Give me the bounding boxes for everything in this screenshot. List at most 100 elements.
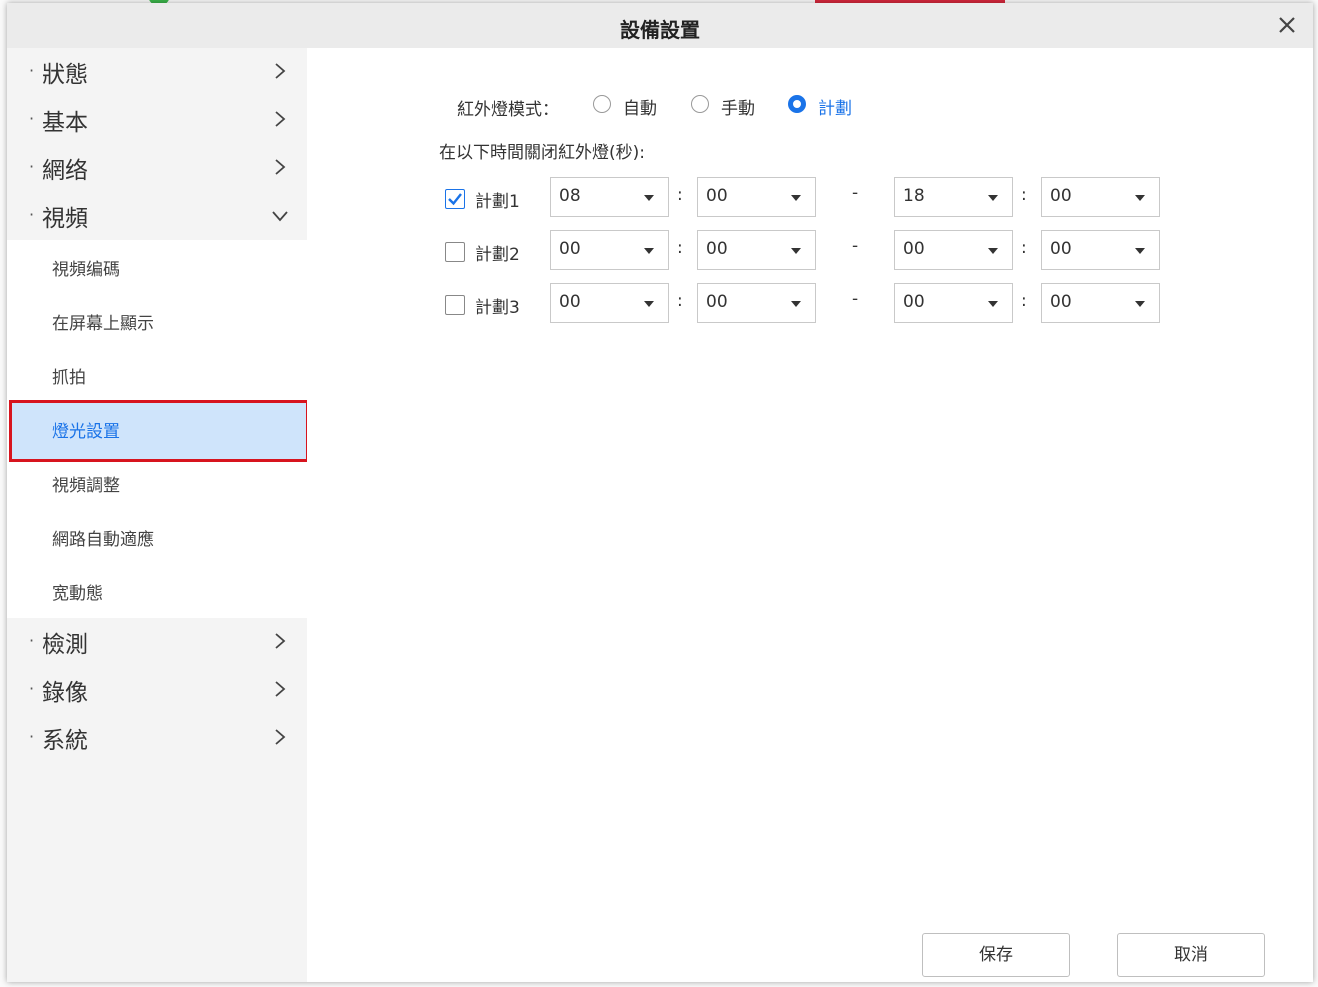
time-range-dash: -	[852, 289, 859, 309]
start-hour-select[interactable]: 00	[550, 230, 669, 270]
submenu-item-osd[interactable]: 在屏幕上顯示	[7, 294, 307, 348]
schedule-3-checkbox[interactable]	[445, 295, 465, 315]
radio-circle	[593, 95, 611, 113]
submenu-item-label: 視頻調整	[52, 476, 120, 496]
submenu-item-network-adaptive[interactable]: 網路自動適應	[7, 510, 307, 564]
light-settings-panel: 紅外燈模式： 自動 手動 計劃 在以下時間關闭紅外燈(秒): 計劃1 08 : …	[307, 48, 1313, 982]
radio-label: 手動	[721, 99, 755, 119]
schedule-row-1: 計劃1 08 : 00 - 18 : 00	[307, 177, 1313, 219]
chevron-right-icon	[275, 633, 286, 649]
submenu-item-label: 網路自動適應	[52, 530, 154, 550]
submenu-item-label: 宽動態	[52, 584, 103, 604]
sidebar-item-basic[interactable]: · 基本	[7, 96, 307, 144]
dropdown-arrow-icon	[791, 301, 801, 307]
sidebar-item-system[interactable]: · 系統	[7, 714, 307, 762]
schedule-row-3: 計劃3 00 : 00 - 00 : 00	[307, 283, 1313, 325]
sidebar-item-detection[interactable]: · 檢測	[7, 618, 307, 666]
dropdown-arrow-icon	[644, 301, 654, 307]
chevron-down-icon	[272, 211, 288, 222]
bullet: ·	[29, 631, 35, 650]
cancel-button[interactable]: 取消	[1117, 933, 1265, 977]
checkmark-icon	[448, 193, 462, 206]
select-value: 00	[706, 239, 728, 259]
end-hour-select[interactable]: 18	[894, 177, 1013, 217]
select-value: 00	[1050, 186, 1072, 206]
dropdown-arrow-icon	[644, 248, 654, 254]
radio-circle-selected	[788, 95, 806, 113]
device-settings-dialog: 設備設置 · 狀態 · 基本 · 網络 · 視頻 視頻编碼 在屏幕上顯示 抓拍 …	[7, 3, 1313, 982]
submenu-item-wdr[interactable]: 宽動態	[7, 564, 307, 618]
close-icon[interactable]	[1275, 13, 1299, 37]
start-hour-select[interactable]: 08	[550, 177, 669, 217]
end-minute-select[interactable]: 00	[1041, 230, 1160, 270]
select-value: 00	[903, 239, 925, 259]
select-value: 18	[903, 186, 925, 206]
sidebar-item-label: 檢測	[42, 632, 88, 658]
start-minute-select[interactable]: 00	[697, 283, 816, 323]
dropdown-arrow-icon	[988, 301, 998, 307]
sidebar-item-video[interactable]: · 視頻	[7, 192, 307, 240]
sidebar-item-status[interactable]: · 狀態	[7, 48, 307, 96]
chevron-right-icon	[275, 159, 286, 175]
select-value: 00	[1050, 239, 1072, 259]
radio-label: 計劃	[818, 99, 852, 119]
sidebar-item-label: 系統	[42, 728, 88, 754]
start-minute-select[interactable]: 00	[697, 177, 816, 217]
time-colon: :	[1021, 291, 1027, 311]
dropdown-arrow-icon	[791, 195, 801, 201]
select-value: 00	[559, 239, 581, 259]
submenu-item-video-encoding[interactable]: 視頻编碼	[7, 240, 307, 294]
dropdown-arrow-icon	[1135, 195, 1145, 201]
dropdown-arrow-icon	[988, 195, 998, 201]
sidebar-item-label: 視頻	[42, 206, 88, 232]
end-hour-select[interactable]: 00	[894, 283, 1013, 323]
bullet: ·	[29, 157, 35, 176]
bullet: ·	[29, 109, 35, 128]
submenu-item-video-adjust[interactable]: 視頻調整	[7, 456, 307, 510]
sidebar-item-label: 狀態	[42, 62, 88, 88]
schedule-label: 計劃1	[475, 192, 520, 212]
submenu-item-label: 視頻编碼	[52, 260, 120, 280]
submenu-item-label: 抓拍	[52, 368, 86, 388]
sidebar-item-network[interactable]: · 網络	[7, 144, 307, 192]
time-colon: :	[1021, 185, 1027, 205]
ir-mode-label: 紅外燈模式：	[457, 100, 559, 120]
end-minute-select[interactable]: 00	[1041, 177, 1160, 217]
dropdown-arrow-icon	[791, 248, 801, 254]
dropdown-arrow-icon	[644, 195, 654, 201]
time-colon: :	[677, 185, 683, 205]
sidebar-menu: · 狀態 · 基本 · 網络 · 視頻 視頻编碼 在屏幕上顯示 抓拍 燈光設置 …	[7, 48, 309, 982]
time-range-dash: -	[852, 183, 859, 203]
submenu-item-light-settings[interactable]: 燈光設置	[9, 400, 309, 462]
bullet: ·	[29, 679, 35, 698]
select-value: 00	[706, 186, 728, 206]
chevron-right-icon	[275, 681, 286, 697]
time-range-dash: -	[852, 236, 859, 256]
sidebar-item-recording[interactable]: · 錄像	[7, 666, 307, 714]
end-minute-select[interactable]: 00	[1041, 283, 1160, 323]
save-button[interactable]: 保存	[922, 933, 1070, 977]
select-value: 00	[559, 292, 581, 312]
schedule-label: 計劃3	[475, 298, 520, 318]
time-colon: :	[677, 238, 683, 258]
schedule-label: 計劃2	[475, 245, 520, 265]
sidebar-item-label: 基本	[42, 110, 88, 136]
select-value: 00	[706, 292, 728, 312]
dropdown-arrow-icon	[1135, 248, 1145, 254]
schedule-1-checkbox[interactable]	[445, 189, 465, 209]
select-value: 00	[903, 292, 925, 312]
schedule-description: 在以下時間關闭紅外燈(秒):	[439, 143, 645, 163]
radio-label: 自動	[623, 99, 657, 119]
bullet: ·	[29, 727, 35, 746]
dialog-titlebar: 設備設置	[7, 3, 1313, 48]
radio-circle	[691, 95, 709, 113]
start-hour-select[interactable]: 00	[550, 283, 669, 323]
bullet: ·	[29, 61, 35, 80]
select-value: 08	[559, 186, 581, 206]
select-value: 00	[1050, 292, 1072, 312]
start-minute-select[interactable]: 00	[697, 230, 816, 270]
end-hour-select[interactable]: 00	[894, 230, 1013, 270]
schedule-2-checkbox[interactable]	[445, 242, 465, 262]
chevron-right-icon	[275, 729, 286, 745]
submenu-item-snapshot[interactable]: 抓拍	[7, 348, 307, 402]
